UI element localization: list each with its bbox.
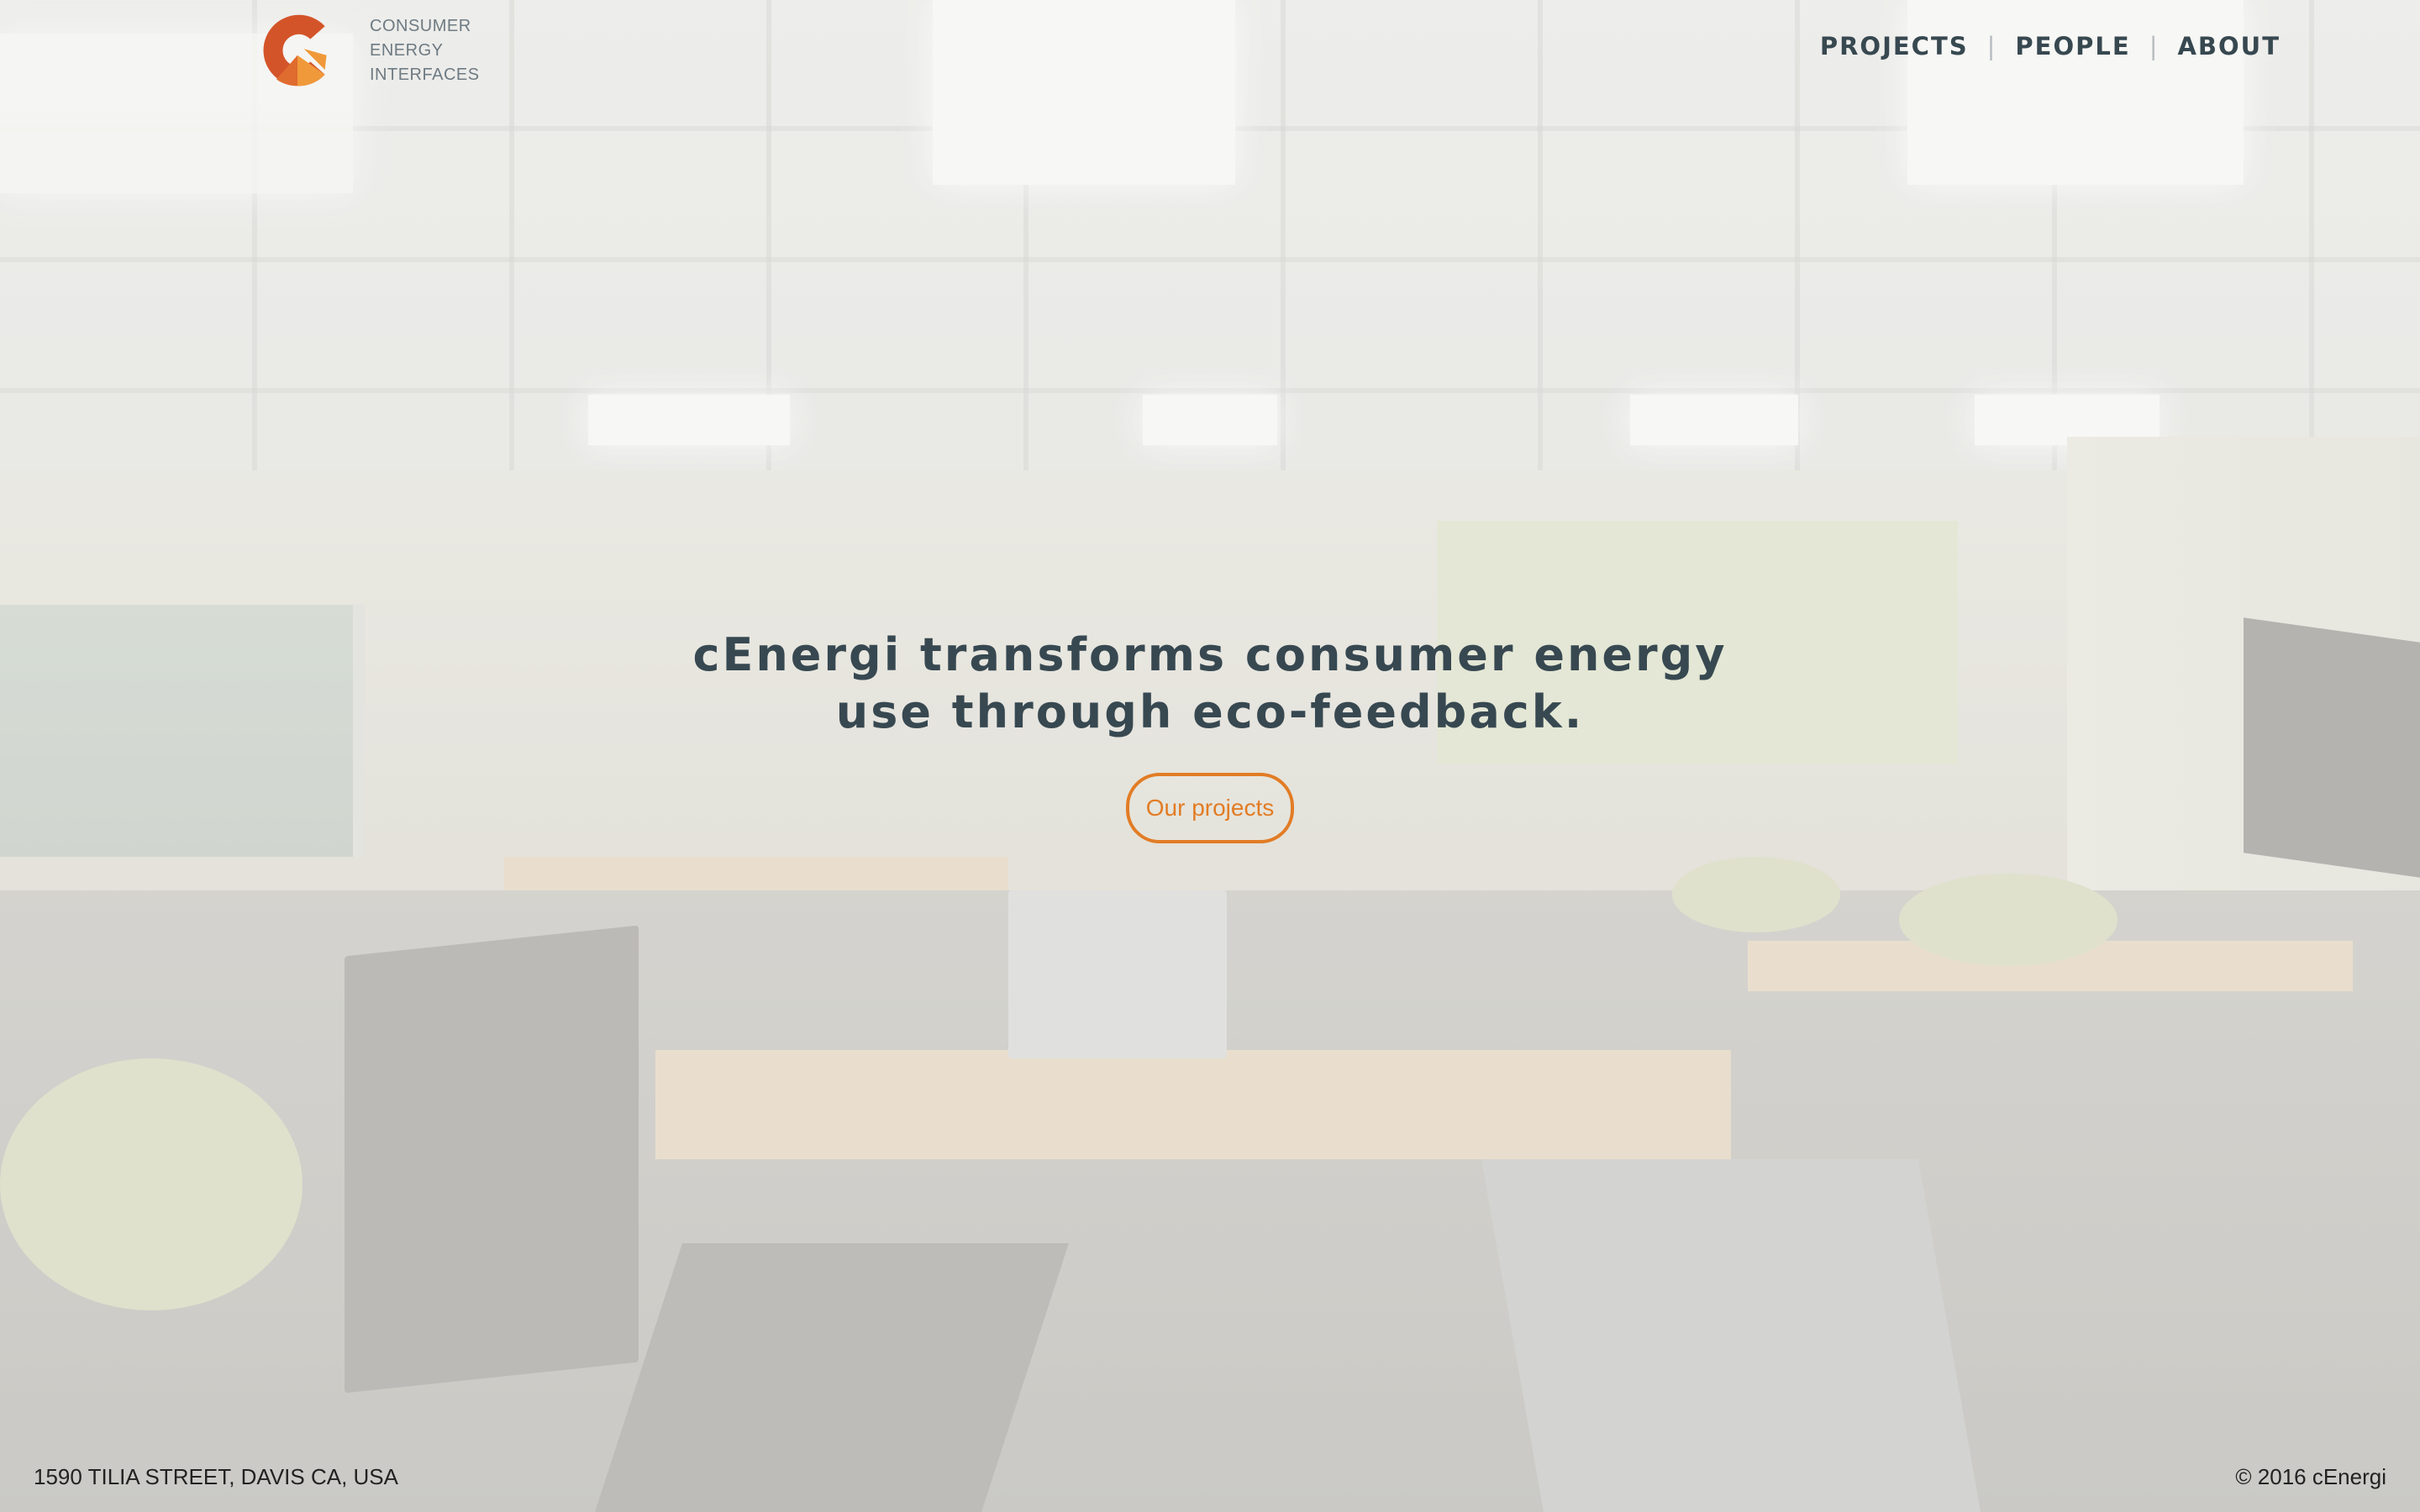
footer-address: 1590 TILIA STREET, DAVIS CA, USA [34, 1464, 398, 1489]
nav-projects-link[interactable]: PROJECTS [1820, 32, 1969, 60]
site-logo[interactable]: CONSUMER ENERGY INTERFACES [257, 7, 480, 94]
cenergi-c-logo-icon [263, 14, 327, 87]
our-projects-button[interactable]: Our projects [1125, 773, 1295, 843]
nav-about-link[interactable]: ABOUT [2177, 32, 2281, 60]
nav-people-link[interactable]: PEOPLE [2015, 32, 2130, 60]
logo-wordmark: CONSUMER ENERGY INTERFACES [370, 14, 480, 87]
nav-separator: | [2149, 32, 2160, 60]
logo-line-energy: ENERGY [370, 40, 444, 60]
hero-section: cEnergi transforms consumer energy use t… [0, 627, 2420, 843]
nav-separator: | [1986, 32, 1997, 60]
hero-headline-line-2: use through eco-feedback. [835, 685, 1585, 738]
hero-headline-line-1: cEnergi transforms consumer energy [692, 628, 1728, 681]
logo-line-interfaces: INTERFACES [370, 65, 480, 84]
hero-headline: cEnergi transforms consumer energy use t… [0, 627, 2420, 741]
footer-copyright: © 2016 cEnergi [2235, 1464, 2386, 1489]
logo-line-consumer: CONSUMER [370, 16, 471, 35]
main-nav: PROJECTS | PEOPLE | ABOUT [1820, 32, 2281, 60]
